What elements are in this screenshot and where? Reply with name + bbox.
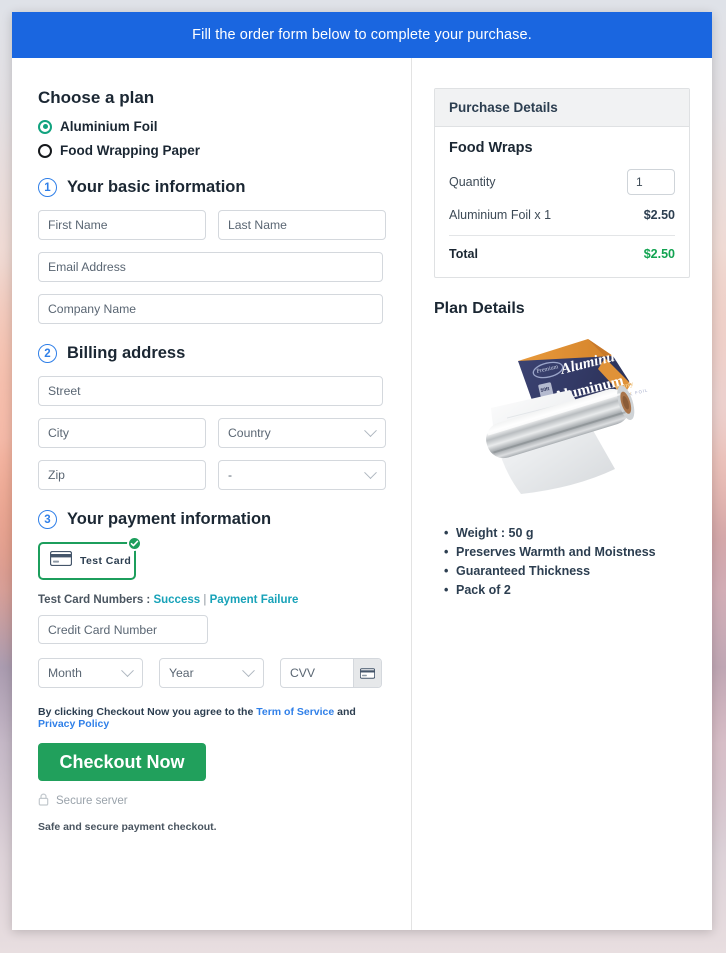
purchase-details-body: Food Wraps Quantity 1 Aluminium Foil x 1… — [435, 127, 689, 277]
step-2-title: Billing address — [67, 344, 186, 362]
purchase-details-panel: Purchase Details Food Wraps Quantity 1 A… — [434, 88, 690, 278]
purchase-details-title: Purchase Details — [435, 89, 689, 127]
plan-option-food-wrapping-paper[interactable]: Food Wrapping Paper — [38, 143, 383, 158]
credit-card-number-input[interactable]: Credit Card Number — [38, 615, 208, 644]
term-of-service-link[interactable]: Term of Service — [256, 706, 334, 718]
step-1-title: Your basic information — [67, 178, 246, 196]
terms-agreement-text: By clicking Checkout Now you agree to th… — [38, 706, 383, 730]
plan-option-aluminium-foil[interactable]: Aluminium Foil — [38, 119, 383, 134]
total-row: Total $2.50 — [449, 247, 675, 261]
line-item-row: Aluminium Foil x 1 $2.50 — [449, 208, 675, 222]
check-circle-icon — [127, 536, 142, 551]
card-back-icon — [360, 667, 375, 679]
cvv-field-group[interactable]: CVV — [280, 658, 382, 688]
summary-divider — [449, 235, 675, 236]
cvv-input[interactable]: CVV — [281, 666, 353, 680]
cvv-help-button[interactable] — [353, 659, 381, 687]
line-item-label: Aluminium Foil x 1 — [449, 208, 552, 222]
test-card-numbers-label: Test Card Numbers : — [38, 594, 151, 606]
chevron-down-icon — [242, 663, 255, 677]
chevron-down-icon — [364, 423, 377, 437]
page-banner: Fill the order form below to complete yo… — [12, 12, 712, 58]
privacy-policy-link[interactable]: Privacy Policy — [38, 718, 109, 730]
total-amount: $2.50 — [643, 247, 675, 261]
name-field-row: First Name Last Name — [38, 210, 386, 240]
email-input[interactable]: Email Address — [38, 252, 383, 282]
checkout-now-button[interactable]: Checkout Now — [38, 743, 206, 781]
street-field-row: Street — [38, 376, 383, 406]
chevron-down-icon — [121, 663, 134, 677]
secure-server-label: Secure server — [56, 795, 128, 807]
list-item: Weight : 50 g — [444, 525, 690, 542]
secure-server-row: Secure server — [38, 793, 383, 809]
city-country-row: City Country — [38, 418, 386, 448]
test-card-numbers-line: Test Card Numbers : Success | Payment Fa… — [38, 594, 383, 606]
quantity-label: Quantity — [449, 175, 496, 189]
chevron-down-icon — [364, 465, 377, 479]
plan-option-label: Food Wrapping Paper — [60, 143, 201, 158]
quantity-row: Quantity 1 — [449, 169, 675, 195]
state-select[interactable]: - — [218, 460, 386, 490]
terms-and: and — [337, 706, 356, 718]
radio-unselected-icon[interactable] — [38, 143, 52, 158]
plan-feature-list: Weight : 50 g Preserves Warmth and Moist… — [434, 525, 690, 599]
country-select[interactable]: Country — [218, 418, 386, 448]
link-separator: | — [203, 594, 207, 606]
credit-card-icon — [49, 550, 73, 571]
card-body: Choose a plan Aluminium Foil Food Wrappi… — [12, 58, 712, 930]
line-item-amount: $2.50 — [643, 208, 675, 222]
list-item: Guaranteed Thickness — [444, 563, 690, 580]
expiry-cvv-row: Month Year CVV — [38, 658, 383, 688]
product-image: Premium 50ft Aluminum Foil Aluminum Foil… — [455, 332, 670, 517]
total-label: Total — [449, 247, 478, 261]
last-name-input[interactable]: Last Name — [218, 210, 386, 240]
zip-state-row: Zip - — [38, 460, 386, 490]
plan-option-label: Aluminium Foil — [60, 119, 158, 134]
expiry-month-select[interactable]: Month — [38, 658, 143, 688]
form-column: Choose a plan Aluminium Foil Food Wrappi… — [12, 58, 412, 930]
success-test-card-link[interactable]: Success — [153, 594, 200, 606]
summary-column: Purchase Details Food Wraps Quantity 1 A… — [412, 58, 712, 930]
step-number-badge: 2 — [38, 344, 57, 363]
zip-input[interactable]: Zip — [38, 460, 206, 490]
expiry-year-select[interactable]: Year — [159, 658, 264, 688]
banner-text: Fill the order form below to complete yo… — [192, 27, 532, 43]
list-item: Pack of 2 — [444, 582, 690, 599]
test-card-payment-option[interactable]: Test Card — [38, 536, 142, 580]
lock-icon — [38, 793, 49, 809]
terms-prefix: By clicking Checkout Now you agree to th… — [38, 706, 254, 718]
street-input[interactable]: Street — [38, 376, 383, 406]
payment-failure-test-card-link[interactable]: Payment Failure — [210, 594, 299, 606]
list-item: Preserves Warmth and Moistness — [444, 544, 690, 561]
product-name: Food Wraps — [449, 140, 533, 156]
company-name-input[interactable]: Company Name — [38, 294, 383, 324]
state-select-value: - — [228, 468, 233, 482]
email-field-row: Email Address — [38, 252, 383, 282]
test-card-label: Test Card — [80, 555, 132, 567]
country-select-value: Country — [228, 426, 271, 440]
expiry-month-value: Month — [48, 666, 82, 680]
expiry-year-value: Year — [169, 666, 194, 680]
checkout-card: Fill the order form below to complete yo… — [12, 12, 712, 930]
radio-selected-icon[interactable] — [38, 119, 52, 134]
first-name-input[interactable]: First Name — [38, 210, 206, 240]
choose-plan-heading: Choose a plan — [38, 88, 155, 107]
step-1-header: 1 Your basic information — [38, 178, 383, 197]
city-input[interactable]: City — [38, 418, 206, 448]
step-2-header: 2 Billing address — [38, 344, 383, 363]
step-3-title: Your payment information — [67, 510, 272, 528]
plan-details-title: Plan Details — [434, 300, 525, 317]
step-number-badge: 1 — [38, 178, 57, 197]
safe-checkout-note: Safe and secure payment checkout. — [38, 821, 217, 833]
step-3-header: 3 Your payment information — [38, 510, 383, 529]
quantity-input[interactable]: 1 — [627, 169, 675, 195]
company-field-row: Company Name — [38, 294, 383, 324]
step-number-badge: 3 — [38, 510, 57, 529]
